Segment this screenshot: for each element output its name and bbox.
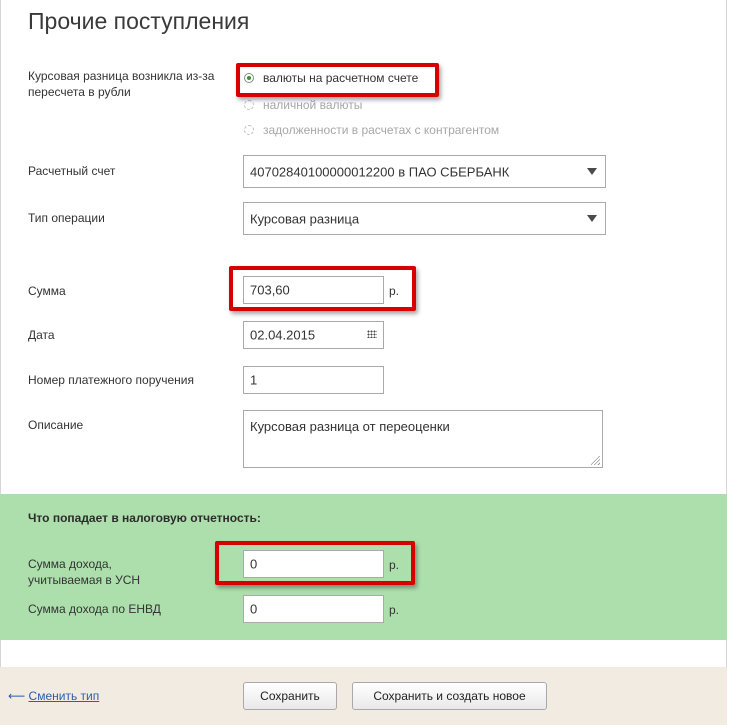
reason-label-line2: пересчета в рубли: [28, 85, 131, 99]
sum-label: Сумма: [28, 284, 66, 298]
radio-unselected-icon: [244, 125, 254, 135]
operation-label: Тип операции: [28, 211, 105, 225]
reason-label: Курсовая разница возникла из-за пересчет…: [28, 68, 214, 100]
chevron-down-icon: [587, 215, 597, 222]
order-number-value: 1: [250, 372, 258, 388]
tax-section-title: Что попадает в налоговую отчетность:: [28, 511, 261, 525]
envd-label: Сумма дохода по ЕНВД: [28, 602, 161, 616]
operation-select-value: Курсовая разница: [250, 211, 360, 226]
account-select[interactable]: 40702840100000012200 в ПАО СБЕРБАНК: [243, 155, 606, 188]
account-select-value: 40702840100000012200 в ПАО СБЕРБАНК: [250, 164, 510, 179]
envd-income-input[interactable]: 0: [243, 595, 384, 623]
radio-currency-account[interactable]: валюты на расчетном счете: [243, 70, 433, 88]
resize-grip-icon[interactable]: [591, 456, 600, 465]
radio-cash-currency[interactable]: наличной валюты: [243, 97, 373, 115]
chevron-down-icon: [587, 168, 597, 175]
radio-cash-currency-label: наличной валюты: [263, 98, 363, 112]
usn-income-value: 0: [250, 556, 258, 572]
sum-input-value: 703,60: [250, 282, 290, 298]
date-input[interactable]: 02.04.2015: [243, 321, 384, 349]
envd-income-value: 0: [250, 601, 258, 617]
usn-label-line1: Сумма дохода,: [28, 557, 112, 571]
radio-counterparty-debt-label: задолженности в расчетах с контрагентом: [263, 123, 500, 137]
description-value: Курсовая разница от переоценки: [250, 419, 450, 434]
order-label: Номер платежного поручения: [28, 373, 194, 387]
date-input-value: 02.04.2015: [250, 327, 316, 343]
envd-unit: р.: [389, 603, 400, 617]
calendar-icon[interactable]: [367, 330, 377, 338]
radio-selected-icon: [244, 73, 254, 83]
change-type-link-label: Сменить тип: [28, 689, 100, 703]
account-label: Расчетный счет: [28, 164, 116, 178]
radio-unselected-icon: [244, 100, 254, 110]
date-label: Дата: [28, 328, 55, 342]
usn-unit: р.: [389, 558, 400, 572]
save-button[interactable]: Сохранить: [243, 682, 337, 710]
usn-label: Сумма дохода, учитываемая в УСН: [28, 556, 140, 588]
description-textarea[interactable]: Курсовая разница от переоценки: [243, 410, 603, 468]
sum-unit: р.: [389, 284, 400, 298]
description-label: Описание: [28, 418, 84, 432]
radio-currency-account-label: валюты на расчетном счете: [263, 71, 419, 85]
reason-label-line1: Курсовая разница возникла из-за: [28, 69, 215, 83]
sum-input[interactable]: 703,60: [243, 276, 384, 304]
page-title: Прочие поступления: [28, 8, 250, 34]
operation-select[interactable]: Курсовая разница: [243, 202, 606, 235]
radio-counterparty-debt[interactable]: задолженности в расчетах с контрагентом: [243, 122, 523, 140]
arrow-left-icon: ⟵: [8, 689, 26, 703]
save-and-new-button[interactable]: Сохранить и создать новое: [352, 682, 547, 710]
order-number-input[interactable]: 1: [243, 366, 384, 394]
usn-label-line2: учитываемая в УСН: [28, 573, 141, 587]
change-type-link[interactable]: ⟵ Сменить тип: [8, 689, 99, 703]
usn-income-input[interactable]: 0: [243, 550, 384, 578]
